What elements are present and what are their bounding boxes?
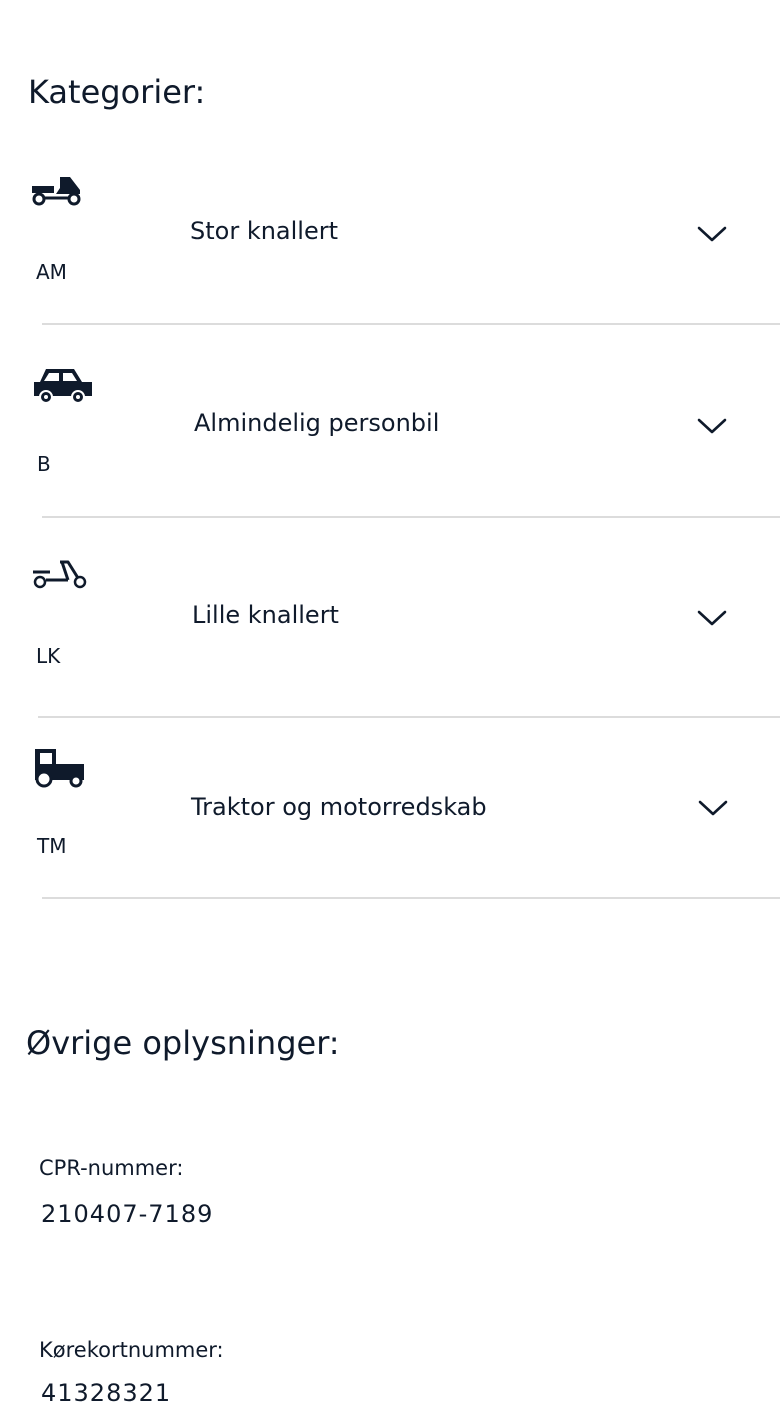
category-name: Stor knallert [190, 217, 339, 245]
category-row-b[interactable]: B Almindelig personbil [0, 352, 780, 516]
chevron-down-icon[interactable] [697, 798, 729, 818]
license-number-value: 41328321 [41, 1379, 172, 1407]
car-icon [34, 369, 92, 404]
moped-large-icon [32, 177, 81, 206]
categories-title: Kategorier: [28, 73, 206, 111]
category-code: TM [37, 834, 67, 858]
cpr-label: CPR-nummer: [39, 1156, 184, 1180]
chevron-down-icon[interactable] [696, 416, 728, 436]
moped-small-icon [33, 560, 87, 589]
divider [42, 516, 780, 518]
category-code: AM [36, 260, 67, 284]
divider [42, 897, 780, 899]
category-code: B [37, 452, 51, 476]
tractor-icon [35, 749, 84, 788]
category-name: Lille knallert [192, 601, 339, 629]
cpr-value: 210407-7189 [41, 1200, 214, 1228]
category-code: LK [36, 644, 61, 668]
divider [42, 323, 780, 325]
other-info-title: Øvrige oplysninger: [26, 1024, 340, 1062]
chevron-down-icon[interactable] [696, 224, 728, 244]
license-number-label: Kørekortnummer: [39, 1338, 224, 1362]
category-row-tm[interactable]: TM Traktor og motorredskab [0, 736, 780, 898]
category-row-lk[interactable]: LK Lille knallert [0, 544, 780, 716]
chevron-down-icon[interactable] [696, 608, 728, 628]
divider [38, 716, 780, 718]
category-row-am[interactable]: AM Stor knallert [0, 160, 780, 324]
category-name: Traktor og motorredskab [191, 793, 487, 821]
category-name: Almindelig personbil [194, 409, 440, 437]
